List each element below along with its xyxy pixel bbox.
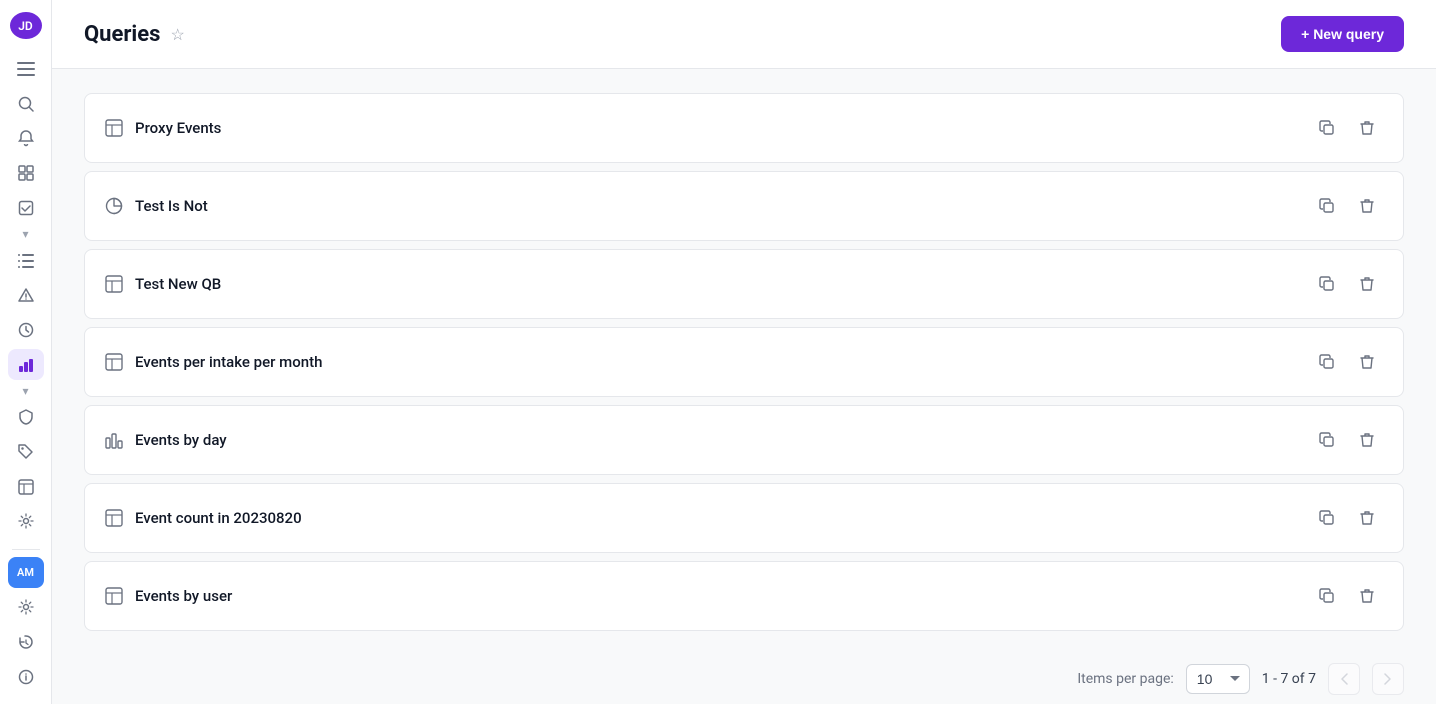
delete-button[interactable]	[1351, 580, 1383, 612]
delete-button[interactable]	[1351, 268, 1383, 300]
query-actions	[1311, 112, 1383, 144]
tag-icon[interactable]	[8, 437, 44, 468]
table-query-icon	[105, 509, 123, 527]
info-icon[interactable]	[8, 661, 44, 692]
pagination: Items per page: 10 25 50 100 1 - 7 of 7	[84, 647, 1404, 704]
query-name: Events by day	[135, 431, 227, 449]
page-title: Queries	[84, 22, 160, 47]
shield-icon[interactable]	[8, 402, 44, 433]
history-icon[interactable]	[8, 627, 44, 658]
query-name: Test New QB	[135, 275, 221, 293]
header-left: Queries ☆	[84, 22, 185, 47]
list-icon[interactable]	[8, 245, 44, 276]
copy-button[interactable]	[1311, 268, 1343, 300]
main-content: Queries ☆ + New query Proxy Events	[52, 0, 1436, 704]
items-per-page-label: Items per page:	[1077, 671, 1173, 687]
delete-button[interactable]	[1351, 346, 1383, 378]
copy-button[interactable]	[1311, 424, 1343, 456]
bar-chart-icon[interactable]	[8, 349, 44, 380]
query-name: Events per intake per month	[135, 353, 322, 371]
clock-icon[interactable]	[8, 315, 44, 346]
sidebar-divider	[12, 549, 40, 550]
table-icon[interactable]	[8, 471, 44, 502]
query-item-left: Event count in 20230820	[105, 509, 302, 527]
bell-icon[interactable]	[8, 123, 44, 154]
settings-icon[interactable]	[8, 592, 44, 623]
alert-icon[interactable]	[8, 280, 44, 311]
query-actions	[1311, 502, 1383, 534]
query-item[interactable]: Test New QB	[84, 249, 1404, 319]
items-per-page-select[interactable]: 10 25 50 100	[1186, 664, 1250, 694]
query-name: Proxy Events	[135, 119, 221, 137]
prev-page-button[interactable]	[1328, 663, 1360, 695]
delete-button[interactable]	[1351, 502, 1383, 534]
query-item[interactable]: Test Is Not	[84, 171, 1404, 241]
query-actions	[1311, 346, 1383, 378]
check-square-icon[interactable]	[8, 193, 44, 224]
content-area: Proxy Events Test Is Not	[52, 69, 1436, 704]
copy-button[interactable]	[1311, 502, 1343, 534]
page-info: 1 - 7 of 7	[1262, 671, 1316, 687]
query-name: Events by user	[135, 587, 232, 605]
delete-button[interactable]	[1351, 112, 1383, 144]
pie-query-icon	[105, 197, 123, 215]
query-item-left: Events by user	[105, 587, 232, 605]
next-page-button[interactable]	[1372, 663, 1404, 695]
query-name: Test Is Not	[135, 197, 208, 215]
grid-icon[interactable]	[8, 158, 44, 189]
favorite-star-icon[interactable]: ☆	[170, 25, 184, 44]
query-item[interactable]: Events per intake per month	[84, 327, 1404, 397]
settings3-icon[interactable]	[8, 506, 44, 537]
query-item[interactable]: Event count in 20230820	[84, 483, 1404, 553]
collapse-icon-2[interactable]: ▾	[22, 384, 28, 398]
table-query-icon	[105, 587, 123, 605]
table-query-icon	[105, 353, 123, 371]
query-item-left: Events by day	[105, 431, 227, 449]
copy-button[interactable]	[1311, 112, 1343, 144]
query-item[interactable]: Proxy Events	[84, 93, 1404, 163]
query-item[interactable]: Events by user	[84, 561, 1404, 631]
search-icon[interactable]	[8, 89, 44, 120]
query-item-left: Events per intake per month	[105, 353, 322, 371]
copy-button[interactable]	[1311, 580, 1343, 612]
query-item-left: Test New QB	[105, 275, 221, 293]
query-item-left: Test Is Not	[105, 197, 208, 215]
query-name: Event count in 20230820	[135, 509, 302, 527]
new-query-button[interactable]: + New query	[1281, 16, 1404, 52]
query-actions	[1311, 580, 1383, 612]
query-actions	[1311, 268, 1383, 300]
table-query-icon	[105, 119, 123, 137]
query-item[interactable]: Events by day	[84, 405, 1404, 475]
copy-button[interactable]	[1311, 190, 1343, 222]
delete-button[interactable]	[1351, 190, 1383, 222]
query-list: Proxy Events Test Is Not	[84, 93, 1404, 639]
collapse-icon[interactable]: ▾	[22, 227, 28, 241]
table-query-icon	[105, 275, 123, 293]
query-item-left: Proxy Events	[105, 119, 221, 137]
user-am-avatar[interactable]: AM	[8, 557, 44, 588]
delete-button[interactable]	[1351, 424, 1383, 456]
query-actions	[1311, 424, 1383, 456]
page-header: Queries ☆ + New query	[52, 0, 1436, 69]
bar-query-icon	[105, 431, 123, 449]
menu-icon[interactable]	[8, 54, 44, 85]
query-actions	[1311, 190, 1383, 222]
user-avatar[interactable]: JD	[10, 12, 42, 39]
sidebar: JD ▾ ▾ AM	[0, 0, 52, 704]
copy-button[interactable]	[1311, 346, 1343, 378]
